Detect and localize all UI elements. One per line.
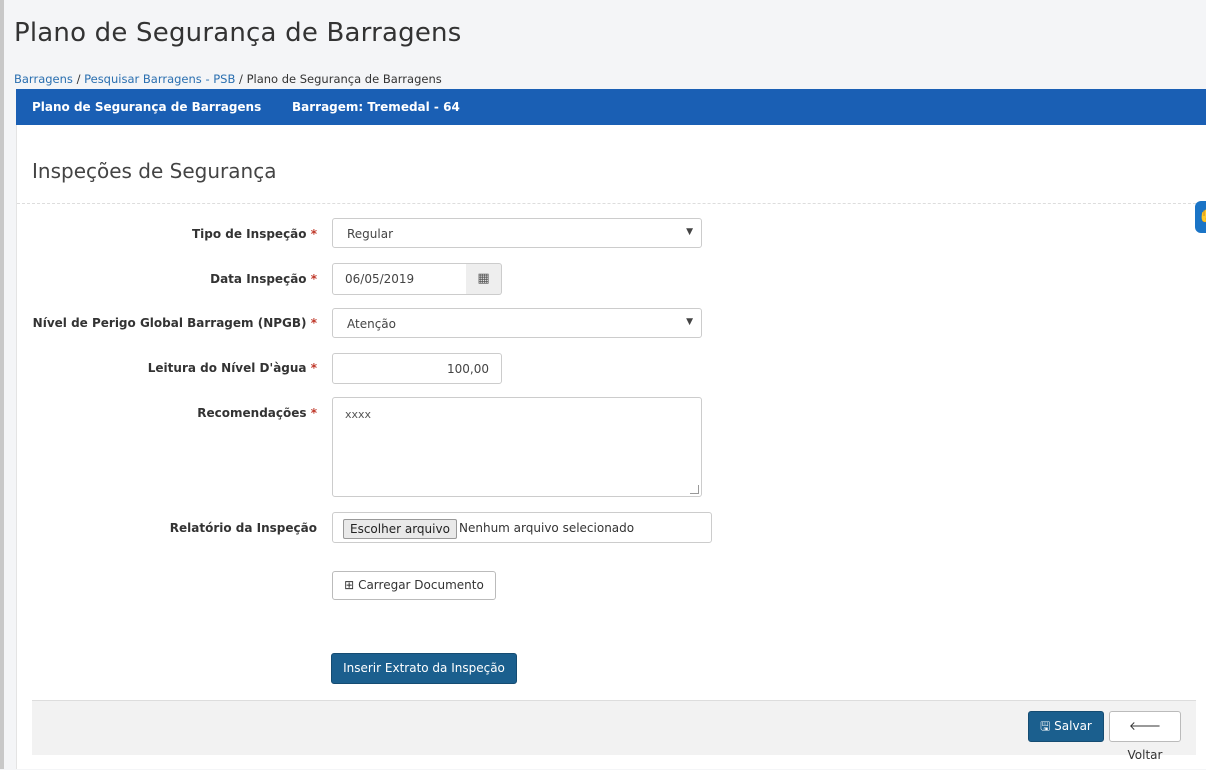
breadcrumb: Barragens / Pesquisar Barragens - PSB / … (14, 72, 442, 86)
page-title: Plano de Segurança de Barragens (14, 18, 462, 48)
save-button[interactable]: 🖫 Salvar (1028, 711, 1104, 742)
section-title: Inspeções de Segurança (32, 159, 277, 183)
resize-handle-icon[interactable] (690, 485, 699, 494)
tipo-inspecao-select[interactable]: Regular ▼ (332, 218, 702, 248)
breadcrumb-current: Plano de Segurança de Barragens (246, 72, 442, 86)
header-bar: Plano de Segurança de Barragens Barragem… (16, 89, 1206, 125)
breadcrumb-separator: / (76, 72, 81, 86)
data-inspecao-input[interactable]: 06/05/2019 (332, 263, 479, 295)
breadcrumb-separator: / (239, 72, 243, 86)
form-footer: 🖫 Salvar 🡐 Voltar (32, 700, 1196, 762)
header-title: Plano de Segurança de Barragens (32, 100, 262, 114)
data-inspecao-label: Data Inspeção * (210, 272, 317, 286)
data-inspecao-value: 06/05/2019 (345, 272, 415, 286)
recomendacoes-textarea[interactable]: xxxx (332, 397, 702, 497)
npgb-label: Nível de Perigo Global Barragem (NPGB) * (32, 316, 317, 330)
inserir-extrato-button[interactable]: Inserir Extrato da Inspeção (331, 653, 517, 684)
leitura-label: Leitura do Nível D'àgua * (147, 361, 317, 375)
dropdown-caret-icon: ▼ (686, 317, 693, 327)
breadcrumb-link-pesquisar[interactable]: Pesquisar Barragens - PSB (84, 72, 235, 86)
carregar-documento-button[interactable]: ⊞ Carregar Documento (332, 571, 496, 600)
npgb-select[interactable]: Atenção ▼ (332, 308, 702, 338)
relatorio-file-input[interactable]: Escolher arquivo Nenhum arquivo selecion… (332, 512, 712, 543)
carregar-documento-label: Carregar Documento (358, 578, 484, 592)
relatorio-label: Relatório da Inspeção (169, 521, 317, 535)
recomendacoes-value: xxxx (345, 408, 372, 421)
tipo-inspecao-value: Regular (347, 227, 394, 241)
section-divider (17, 203, 1206, 204)
app-frame: Plano de Segurança de Barragens Barragen… (0, 0, 1206, 769)
main-panel: Inspeções de Segurança ✋ Tipo de Inspeçã… (16, 125, 1206, 769)
accessibility-hand-icon[interactable]: ✋ (1195, 201, 1206, 233)
leitura-value: 100,00 (447, 362, 489, 376)
leitura-input[interactable]: 100,00 (332, 353, 502, 384)
plus-square-icon: ⊞ (344, 578, 355, 592)
arrow-left-icon: 🡐 (1128, 719, 1162, 733)
file-status-text: Nenhum arquivo selecionado (459, 521, 635, 535)
back-button[interactable]: 🡐 Voltar (1109, 711, 1181, 762)
floppy-icon: 🖫 (1040, 719, 1051, 733)
header-dam-name: Barragem: Tremedal - 64 (292, 100, 460, 114)
calendar-icon[interactable]: ▦ (466, 263, 502, 295)
recomendacoes-label: Recomendações * (197, 406, 317, 420)
back-label: Voltar (1127, 748, 1163, 762)
npgb-value: Atenção (347, 317, 396, 331)
tipo-inspecao-label: Tipo de Inspeção * (191, 227, 317, 241)
dropdown-caret-icon: ▼ (686, 227, 693, 237)
choose-file-button[interactable]: Escolher arquivo (343, 519, 457, 539)
save-label: Salvar (1054, 719, 1092, 733)
breadcrumb-link-barragens[interactable]: Barragens (14, 72, 73, 86)
